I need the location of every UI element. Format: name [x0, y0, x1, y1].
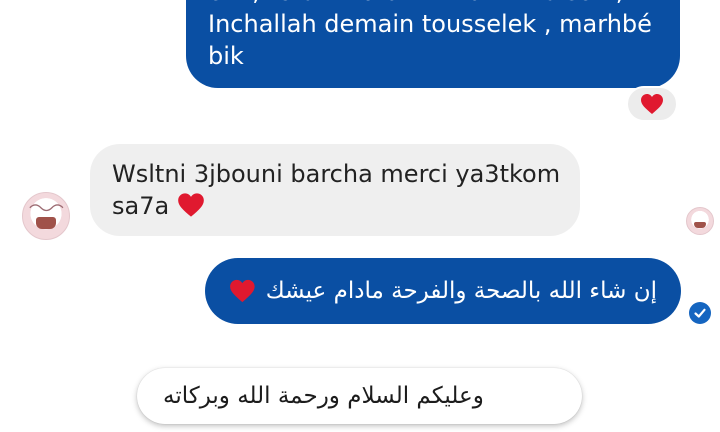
- heart-icon: [230, 279, 255, 303]
- seen-by-avatar: [686, 207, 714, 235]
- outgoing-message-bubble[interactable]: cm , Total : 79 dt + 7 dt Livraison , In…: [186, 0, 680, 88]
- heart-icon: [177, 193, 204, 217]
- heart-icon: [641, 94, 663, 114]
- cake-icon: [694, 221, 706, 229]
- outgoing-message-bubble[interactable]: إن شاء الله بالصحة والفرحة مادام عيشك: [205, 258, 681, 324]
- message-input[interactable]: وعليكم السلام ورحمة الله وبركاته: [137, 368, 582, 424]
- read-check-icon: [689, 302, 711, 324]
- contact-avatar[interactable]: [22, 192, 70, 240]
- incoming-message-bubble[interactable]: Wsltni 3jbouni barcha merci ya3tkom sa7a: [90, 144, 580, 236]
- message-text-line: Wsltni 3jbouni barcha merci ya3tkom: [112, 160, 561, 188]
- cake-icon: [35, 216, 57, 229]
- message-reaction-badge[interactable]: [626, 86, 678, 122]
- message-text: sa7a: [112, 192, 170, 220]
- message-text-line: Inchallah demain tousselek , marhbé: [208, 10, 652, 38]
- message-text: إن شاء الله بالصحة والفرحة مادام عيشك: [265, 278, 657, 304]
- message-input-value: وعليكم السلام ورحمة الله وبركاته: [163, 383, 484, 409]
- message-text-line: cm , Total : 79 dt + 7 dt Livraison ,: [208, 0, 660, 8]
- shop-logo-icon: [28, 204, 64, 212]
- message-text-line: sa7a: [112, 190, 560, 222]
- message-text-line: bik: [208, 42, 244, 70]
